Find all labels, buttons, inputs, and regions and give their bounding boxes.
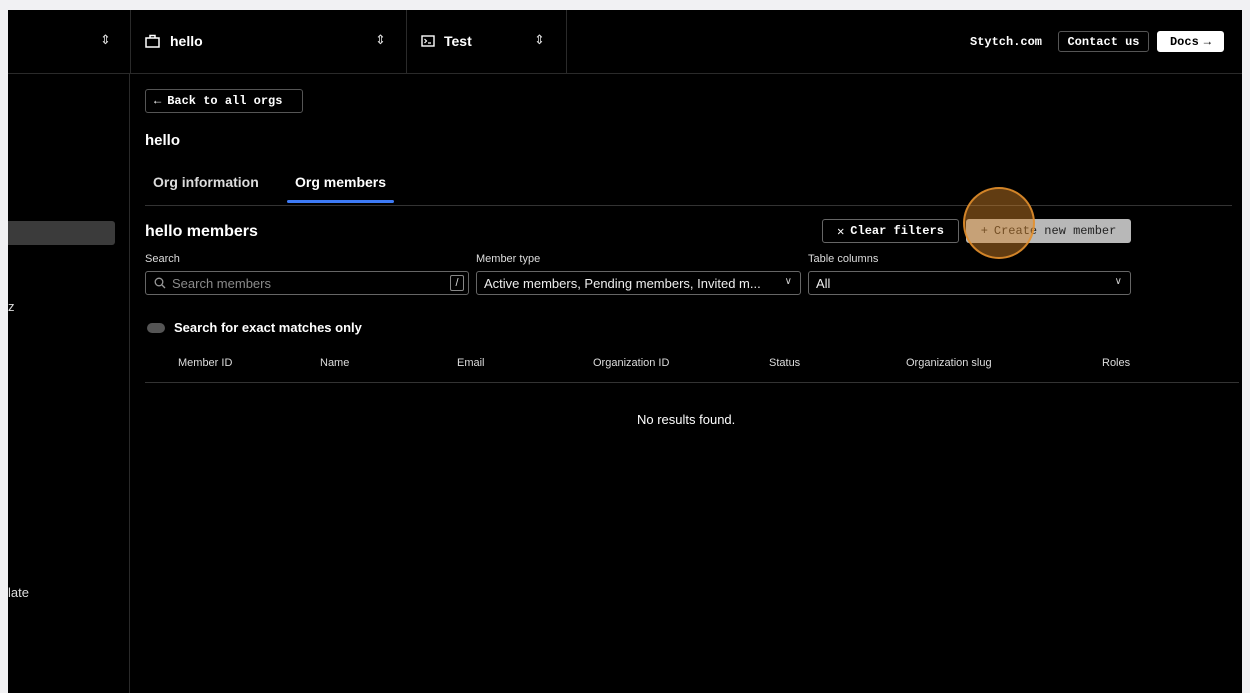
search-placeholder: Search members <box>172 275 271 291</box>
column-header[interactable]: Organization ID <box>593 357 669 369</box>
close-icon: ✕ <box>837 224 845 239</box>
table-columns-select[interactable]: All ∨ <box>808 271 1131 295</box>
clear-filters-button[interactable]: ✕ Clear filters <box>822 219 959 243</box>
table-columns-value: All <box>816 275 831 291</box>
page-title: hello <box>145 132 181 149</box>
briefcase-icon <box>145 34 160 48</box>
chevron-updown-icon: ⇕ <box>534 32 545 47</box>
top-bar: ⇕ hello ⇕ Test ⇕ Stytch.com Contact us D… <box>8 10 1242 74</box>
member-type-value: Active members, Pending members, Invited… <box>484 275 761 291</box>
table-header: Member ID Name Email Organization ID Sta… <box>145 357 1239 383</box>
plus-icon: + <box>980 224 988 238</box>
arrow-left-icon: ← <box>154 94 162 108</box>
search-icon <box>154 277 166 289</box>
tab-org-information[interactable]: Org information <box>153 174 259 190</box>
exact-match-toggle[interactable] <box>147 323 165 333</box>
create-member-label: Create new member <box>993 224 1117 238</box>
sidebar-item-fragment: z <box>8 299 15 314</box>
table-columns-label: Table columns <box>808 253 879 265</box>
chevron-updown-icon: ⇕ <box>100 32 111 47</box>
stytch-link[interactable]: Stytch.com <box>970 35 1042 49</box>
clear-filters-label: Clear filters <box>850 224 944 238</box>
member-type-select[interactable]: Active members, Pending members, Invited… <box>476 271 801 295</box>
contact-us-button[interactable]: Contact us <box>1058 31 1149 52</box>
environment-label: Test <box>444 33 472 49</box>
create-new-member-button[interactable]: + Create new member <box>966 219 1131 243</box>
exact-match-label: Search for exact matches only <box>174 320 362 335</box>
column-header[interactable]: Name <box>320 357 349 369</box>
empty-state-text: No results found. <box>637 412 736 427</box>
column-header[interactable]: Organization slug <box>906 357 992 369</box>
tab-org-members[interactable]: Org members <box>286 174 395 203</box>
sidebar: z late <box>8 74 130 693</box>
arrow-right-icon: → <box>1203 34 1211 49</box>
project-selector[interactable]: ⇕ <box>8 10 131 73</box>
sidebar-active-item[interactable] <box>8 221 115 245</box>
back-button-label: Back to all orgs <box>167 94 283 108</box>
org-selector-label: hello <box>170 33 203 49</box>
org-selector[interactable]: hello ⇕ <box>130 10 407 73</box>
main-content: ← Back to all orgs hello Org information… <box>130 74 1242 693</box>
column-header[interactable]: Member ID <box>178 357 232 369</box>
app-window: ⇕ hello ⇕ Test ⇕ Stytch.com Contact us D… <box>8 10 1242 693</box>
chevron-updown-icon: ⇕ <box>375 32 386 47</box>
tab-bar: Org information Org members <box>145 174 1232 206</box>
search-label: Search <box>145 253 180 265</box>
back-to-orgs-button[interactable]: ← Back to all orgs <box>145 89 303 113</box>
terminal-icon <box>421 35 435 47</box>
docs-label: Docs <box>1169 34 1199 49</box>
contact-us-label: Contact us <box>1067 34 1140 49</box>
section-title: hello members <box>145 223 258 240</box>
chevron-down-icon: ∨ <box>1114 276 1122 287</box>
sidebar-item-label[interactable]: late <box>8 585 29 600</box>
column-header[interactable]: Status <box>769 357 800 369</box>
search-input[interactable]: Search members / <box>145 271 469 295</box>
column-header[interactable]: Roles <box>1102 357 1130 369</box>
column-header[interactable]: Email <box>457 357 485 369</box>
member-type-label: Member type <box>476 253 541 265</box>
docs-button[interactable]: Docs → <box>1157 31 1224 52</box>
chevron-down-icon: ∨ <box>784 276 792 287</box>
environment-selector[interactable]: Test ⇕ <box>406 10 567 73</box>
keyboard-shortcut-hint: / <box>450 275 464 291</box>
